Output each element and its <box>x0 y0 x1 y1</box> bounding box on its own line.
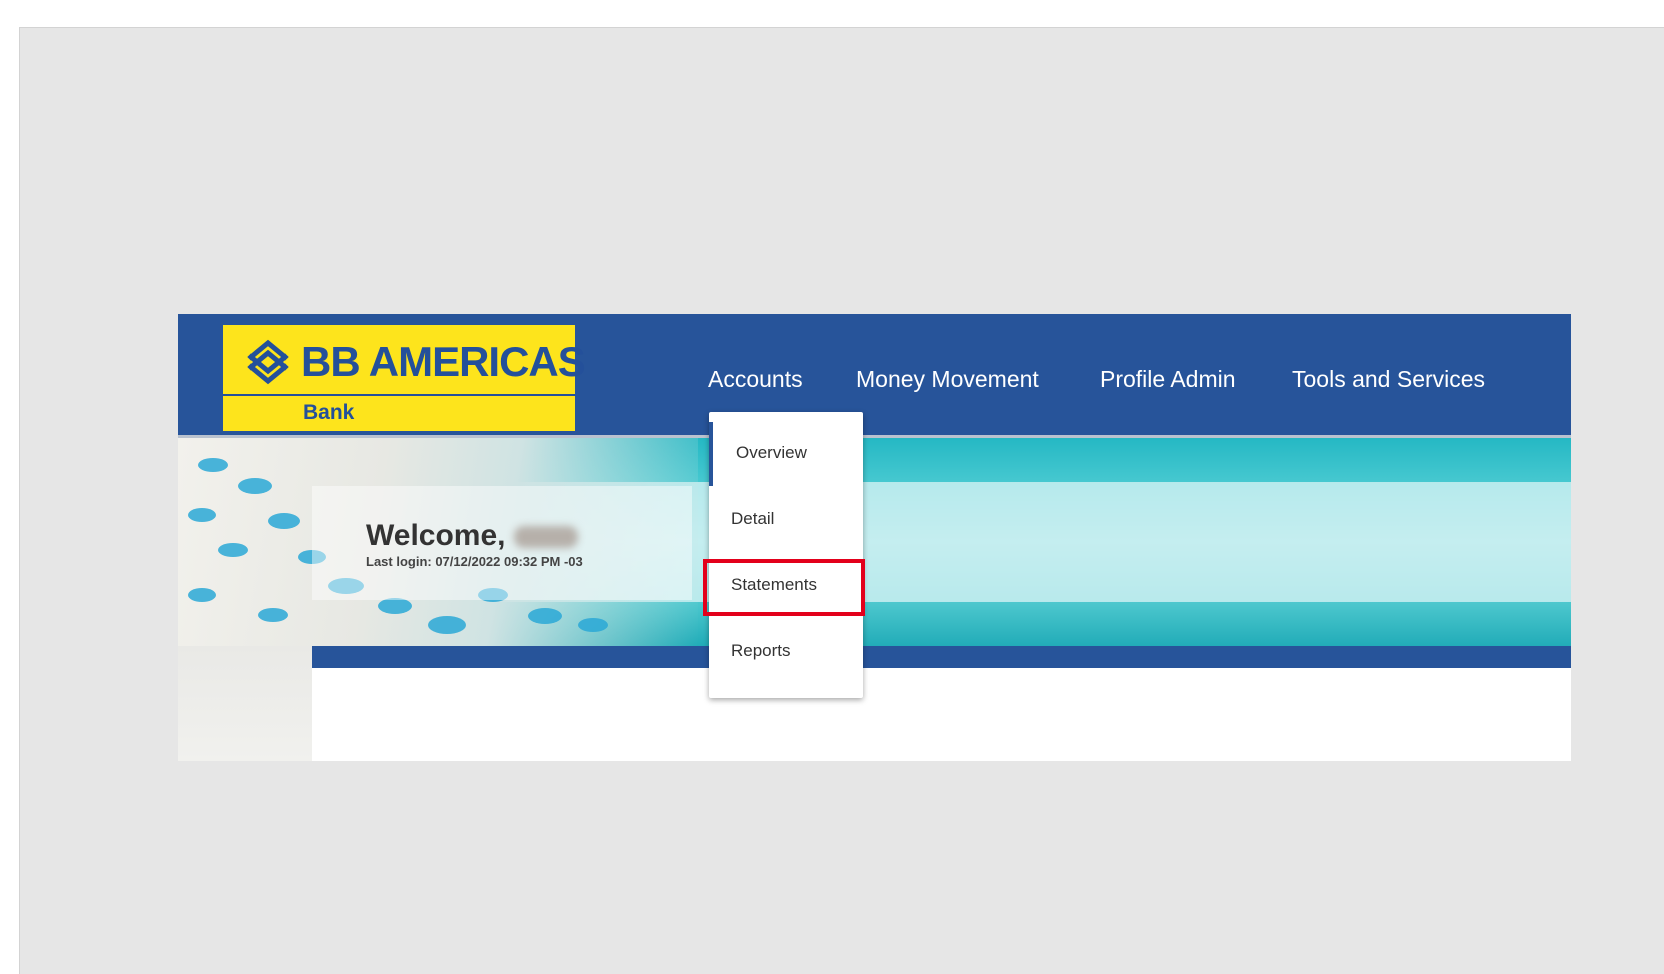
menu-item-overview[interactable]: Overview <box>736 442 807 464</box>
umbrella-shape <box>378 598 412 614</box>
menu-item-detail[interactable]: Detail <box>731 508 774 530</box>
umbrella-shape <box>428 616 466 634</box>
nav-item-profile-admin[interactable]: Profile Admin <box>1100 364 1236 394</box>
hero-banner: Welcome, Last login: 07/12/2022 09:32 PM… <box>178 438 1571 646</box>
nav-item-tools-and-services[interactable]: Tools and Services <box>1292 364 1485 394</box>
welcome-heading: Welcome, <box>366 518 578 554</box>
umbrella-shape <box>268 513 300 529</box>
dropdown-active-indicator <box>709 422 713 486</box>
umbrella-shape <box>528 608 562 624</box>
last-login-text: Last login: 07/12/2022 09:32 PM -03 <box>366 554 583 569</box>
redacted-user-name <box>513 526 578 549</box>
umbrella-shape <box>218 543 248 557</box>
umbrella-shape <box>258 608 288 622</box>
main-navigation: Accounts Money Movement Profile Admin To… <box>178 314 1571 438</box>
umbrella-shape <box>238 478 272 494</box>
menu-item-statements[interactable]: Statements <box>731 574 817 596</box>
main-content-area <box>312 668 1571 761</box>
umbrella-shape <box>578 618 608 632</box>
umbrella-shape <box>188 588 216 602</box>
welcome-greeting: Welcome, <box>366 519 506 552</box>
nav-item-accounts[interactable]: Accounts <box>708 364 803 394</box>
umbrella-shape <box>198 458 228 472</box>
welcome-panel: Welcome, Last login: 07/12/2022 09:32 PM… <box>312 486 692 600</box>
banner-beach-edge <box>178 646 312 761</box>
banking-app: BB AMERICAS Bank Accounts Money Movement… <box>178 314 1571 761</box>
umbrella-shape <box>188 508 216 522</box>
content-header-strip <box>312 646 1571 668</box>
top-navigation-bar: BB AMERICAS Bank Accounts Money Movement… <box>178 314 1571 438</box>
nav-item-money-movement[interactable]: Money Movement <box>856 364 1039 394</box>
accounts-dropdown-menu: Overview Detail Statements Reports <box>709 412 863 698</box>
menu-item-reports[interactable]: Reports <box>731 640 791 662</box>
screenshot-frame: BB AMERICAS Bank Accounts Money Movement… <box>19 27 1664 974</box>
